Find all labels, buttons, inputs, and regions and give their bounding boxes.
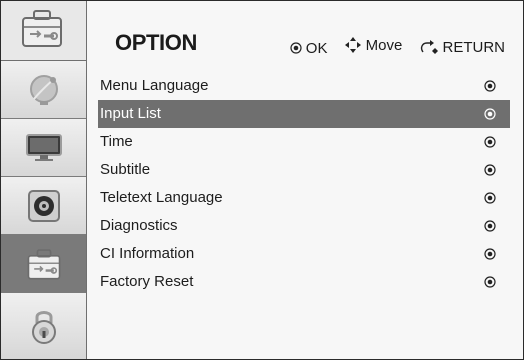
ok-bullet-icon <box>484 248 496 260</box>
return-icon <box>420 40 438 54</box>
menu-header: OPTION OK Move RETURN <box>1 1 523 61</box>
menu-item-time[interactable]: Time <box>98 128 510 156</box>
move-icon <box>344 37 361 53</box>
ok-hint: OK <box>290 39 328 57</box>
lock-icon <box>31 311 56 344</box>
header-icon-box <box>1 1 87 61</box>
move-hint: Move <box>344 36 403 54</box>
menu-item-teletext-language[interactable]: Teletext Language <box>98 184 510 212</box>
menu-item-subtitle[interactable]: Subtitle <box>98 156 510 184</box>
speaker-icon <box>27 189 60 222</box>
sidebar-item-picture[interactable] <box>1 119 86 177</box>
return-hint: RETURN <box>419 38 506 56</box>
menu-item-label: Subtitle <box>100 161 151 178</box>
ok-bullet-icon <box>484 192 496 204</box>
monitor-icon <box>25 133 62 161</box>
move-hint-label: Move <box>365 36 403 54</box>
key-hints: OK Move RETURN <box>278 36 505 58</box>
ok-bullet-icon <box>484 164 496 176</box>
menu-item-label: Diagnostics <box>100 217 178 234</box>
sidebar-item-option[interactable] <box>1 235 86 293</box>
ok-bullet-icon <box>484 108 496 120</box>
option-toolbox-icon <box>27 248 60 280</box>
category-sidebar <box>1 61 87 359</box>
menu-item-label: Menu Language <box>100 77 209 94</box>
ok-bullet-icon <box>484 276 496 288</box>
menu-item-diagnostics[interactable]: Diagnostics <box>98 212 510 240</box>
option-menu-list: Menu Language Input List Time Subtitle T… <box>98 72 510 296</box>
ok-icon <box>290 42 302 54</box>
menu-item-input-list[interactable]: Input List <box>98 100 510 128</box>
menu-item-label: Teletext Language <box>100 189 223 206</box>
menu-item-label: Input List <box>100 105 161 122</box>
satellite-dish-icon <box>29 74 58 105</box>
menu-item-label: Factory Reset <box>100 273 194 290</box>
sidebar-item-channel[interactable] <box>1 61 86 119</box>
option-toolbox-icon <box>22 10 62 47</box>
tv-menu-window: OPTION OK Move RETURN Menu Language Inpu… <box>0 0 524 360</box>
sidebar-item-lock[interactable] <box>1 293 86 359</box>
menu-item-label: CI Information <box>100 245 195 262</box>
ok-bullet-icon <box>484 220 496 232</box>
menu-item-factory-reset[interactable]: Factory Reset <box>98 268 510 296</box>
ok-bullet-icon <box>484 136 496 148</box>
ok-bullet-icon <box>484 80 496 92</box>
page-title: OPTION <box>115 30 197 55</box>
menu-item-ci-information[interactable]: CI Information <box>98 240 510 268</box>
menu-item-label: Time <box>100 133 133 150</box>
sidebar-item-audio[interactable] <box>1 177 86 235</box>
ok-hint-label: OK <box>305 39 328 57</box>
return-hint-label: RETURN <box>442 38 506 56</box>
menu-item-menu-language[interactable]: Menu Language <box>98 72 510 100</box>
